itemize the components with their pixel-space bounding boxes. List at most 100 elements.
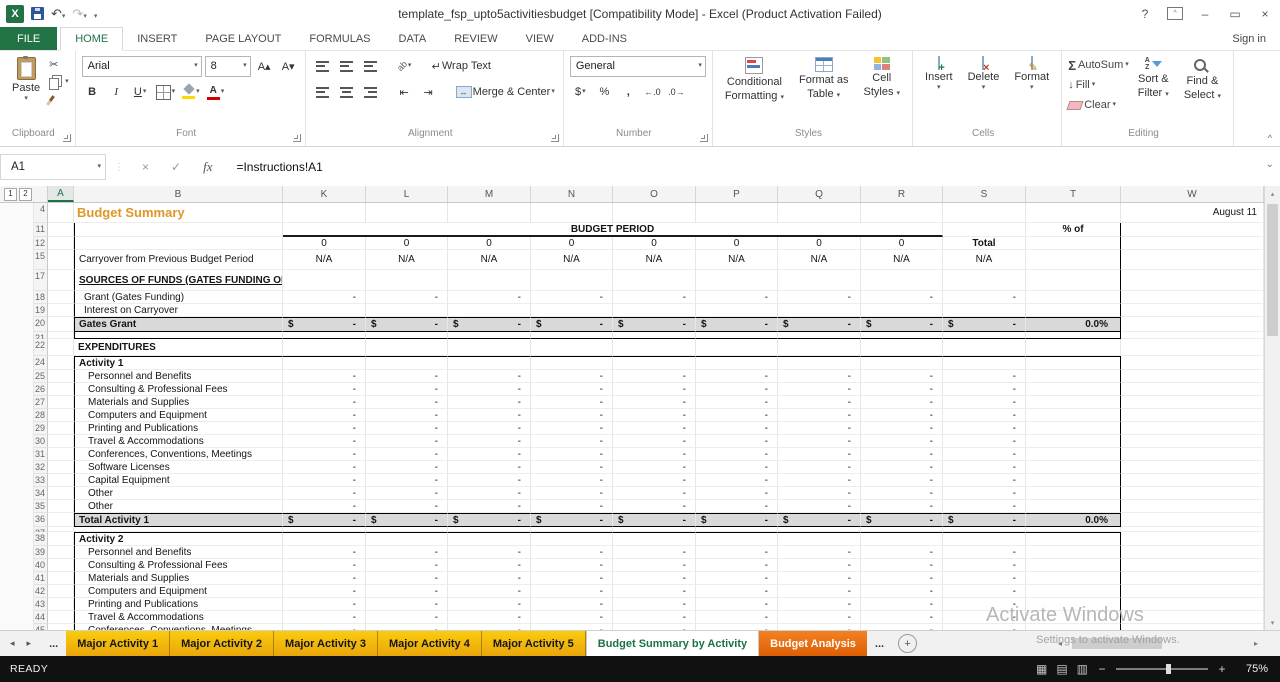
cell[interactable]: - [366,474,448,487]
cell[interactable]: Gates Grant [74,317,283,332]
zoom-slider[interactable] [1116,664,1208,674]
column-header-W[interactable]: W [1121,186,1264,202]
cell[interactable]: - [366,396,448,409]
scroll-up-arrow[interactable]: ▴ [1265,186,1280,201]
cell[interactable]: - [696,546,778,559]
cell[interactable]: - [366,370,448,383]
cell[interactable] [778,270,861,291]
cell[interactable]: N/A [861,250,943,270]
cell[interactable]: - [943,585,1026,598]
cell[interactable]: BUDGET PERIOD [283,223,943,237]
cell[interactable]: Printing and Publications [74,422,283,435]
sign-in-link[interactable]: Sign in [1232,27,1266,50]
decrease-decimal-button[interactable]: .0→ [666,82,687,102]
cell[interactable]: - [448,500,531,513]
cell[interactable] [613,270,696,291]
cell[interactable]: - [943,396,1026,409]
cell[interactable]: - [283,396,366,409]
cell[interactable] [943,332,1026,339]
row-header-34[interactable]: 34 [34,487,48,500]
cell[interactable] [48,317,74,332]
middle-align-button[interactable] [336,56,357,76]
cell[interactable]: - [613,487,696,500]
cell[interactable] [861,532,943,546]
cell[interactable] [1026,559,1121,572]
cell[interactable] [48,448,74,461]
cell[interactable] [283,532,366,546]
cell[interactable] [613,339,696,356]
cell[interactable]: - [861,461,943,474]
cell[interactable]: - [366,500,448,513]
align-center-button[interactable] [336,82,357,102]
cell[interactable]: - [531,585,613,598]
row-header-26[interactable]: 26 [34,383,48,396]
cell[interactable] [48,356,74,370]
row-header-15[interactable]: 15 [34,250,48,270]
cell[interactable]: $ - [366,513,448,527]
cell[interactable] [48,383,74,396]
cell[interactable] [283,356,366,370]
cell[interactable]: - [283,546,366,559]
outline-level-2-button[interactable]: 2 [19,187,32,201]
cell[interactable]: - [613,461,696,474]
cell[interactable] [48,291,74,304]
row-header-31[interactable]: 31 [34,448,48,461]
cell[interactable]: - [778,474,861,487]
cell[interactable] [943,532,1026,546]
cell[interactable]: - [778,448,861,461]
row-header-44[interactable]: 44 [34,611,48,624]
cell[interactable]: - [778,585,861,598]
cell[interactable] [531,339,613,356]
cell[interactable]: - [696,435,778,448]
restore-button[interactable]: ▭ [1220,0,1250,27]
cell[interactable]: 0 [448,237,531,250]
cell[interactable]: - [448,598,531,611]
cell[interactable]: - [366,291,448,304]
redo-button[interactable]: ↷▾ [72,7,86,20]
cell[interactable]: - [778,291,861,304]
cell[interactable]: - [448,585,531,598]
cell[interactable]: Other [74,500,283,513]
cell[interactable]: - [448,409,531,422]
cell[interactable] [48,237,74,250]
cell[interactable] [366,356,448,370]
cell[interactable] [861,270,943,291]
cell[interactable] [48,435,74,448]
cell[interactable]: - [696,291,778,304]
wrap-text-button[interactable]: ↵ Wrap Text [430,56,493,76]
cell[interactable]: - [861,435,943,448]
cell[interactable]: EXPENDITURES [74,339,283,356]
cell[interactable]: Materials and Supplies [74,572,283,585]
cell[interactable] [1026,304,1121,317]
cancel-entry-button[interactable]: × [142,160,149,174]
cell[interactable] [1026,356,1121,370]
cell[interactable] [48,250,74,270]
row-header-20[interactable]: 20 [34,317,48,332]
cell[interactable]: - [448,422,531,435]
cell[interactable] [48,203,74,223]
cell[interactable]: - [531,598,613,611]
font-dialog-launcher[interactable] [292,134,301,142]
ribbon-tab-insert[interactable]: INSERT [123,27,191,50]
cell[interactable]: - [861,559,943,572]
cell[interactable]: - [943,559,1026,572]
cell[interactable]: - [448,435,531,448]
cell[interactable]: - [531,611,613,624]
cell[interactable]: - [283,559,366,572]
cell[interactable]: - [448,291,531,304]
cell[interactable]: - [531,409,613,422]
horizontal-scrollbar[interactable]: ◂ ▸ [1052,631,1280,656]
cell[interactable]: $ - [778,317,861,332]
cell[interactable] [283,203,366,223]
cell[interactable]: - [696,383,778,396]
ribbon-tab-view[interactable]: VIEW [512,27,568,50]
cell[interactable]: Total [943,237,1026,250]
row-header-43[interactable]: 43 [34,598,48,611]
cell[interactable] [448,203,531,223]
cell[interactable]: - [943,598,1026,611]
cell[interactable] [1121,370,1264,383]
cell[interactable] [1121,223,1264,237]
column-header-R[interactable]: R [861,186,943,202]
cell[interactable] [448,339,531,356]
cell[interactable]: Other [74,487,283,500]
